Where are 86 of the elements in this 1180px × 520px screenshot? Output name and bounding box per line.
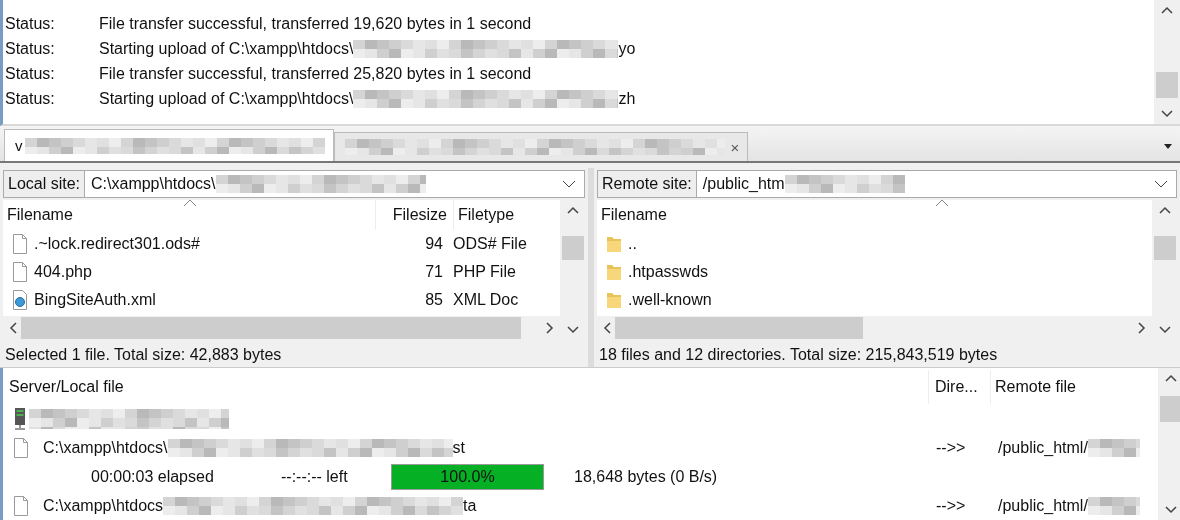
log-message: Starting upload of C:\xampp\htdocs\ — [99, 89, 354, 108]
direction-text: -->> — [935, 496, 967, 515]
log-message-end: zh — [618, 89, 636, 108]
folder-icon — [606, 235, 622, 254]
file-type: ODS# File — [452, 235, 528, 254]
log-message-end: yo — [618, 39, 636, 58]
path-combo[interactable]: /public_htm — [696, 170, 1177, 199]
file-name[interactable]: 404.php — [34, 263, 92, 282]
column-header[interactable]: Filesize — [375, 200, 453, 231]
server-icon — [13, 407, 27, 430]
dropdown-icon[interactable] — [1154, 180, 1168, 189]
direction-text: -->> — [935, 438, 967, 457]
pixelated-redaction — [1087, 438, 1140, 457]
column-header[interactable]: Dire... — [928, 370, 990, 404]
file-icon — [12, 234, 28, 255]
folder-icon — [606, 263, 622, 282]
vertical-scrollbar[interactable] — [1158, 368, 1180, 520]
elapsed-time: 00:00:03 elapsed — [91, 467, 215, 486]
log-label: Status: — [4, 39, 56, 58]
local-file-path-end: ta — [463, 496, 477, 515]
scroll-down-icon[interactable] — [1165, 506, 1177, 514]
site-tab[interactable]: × — [333, 132, 749, 162]
time-left: --:--:-- left — [281, 467, 349, 486]
column-header[interactable]: Server/Local file — [3, 378, 928, 396]
file-name[interactable]: .htpasswds — [628, 263, 709, 282]
site-label: Remote site: — [597, 170, 697, 199]
log-message: File transfer successful, transferred 19,620 bytes in 1 second — [99, 14, 532, 33]
vertical-scrollbar[interactable] — [1154, 0, 1180, 125]
sort-caret-icon — [935, 199, 949, 208]
scroll-thumb[interactable] — [21, 317, 521, 340]
file-size: 71 — [424, 263, 444, 282]
remote-file-path: /public_html/ — [998, 496, 1088, 515]
log-message: Starting upload of C:\xampp\htdocs\ — [99, 39, 354, 58]
file-size: 85 — [424, 291, 444, 310]
scroll-down-icon[interactable] — [567, 326, 579, 335]
scroll-right-icon[interactable] — [1138, 322, 1146, 335]
file-type: XML Doc — [452, 291, 520, 310]
folder-icon — [606, 291, 622, 310]
scroll-up-icon[interactable] — [1159, 206, 1171, 215]
file-type: PHP File — [452, 263, 517, 282]
local-file-path-end: st — [452, 438, 465, 457]
file-icon — [13, 437, 29, 458]
tab-menu-icon[interactable] — [1164, 144, 1172, 151]
sort-caret-icon — [183, 199, 197, 208]
log-label: Status: — [4, 14, 56, 33]
status-text: 18 files and 12 directories. Total size: 215,843,519 bytes — [598, 345, 999, 365]
log-message: File transfer successful, transferred 25,820 bytes in 1 second — [99, 64, 532, 83]
xml-file-icon — [12, 290, 28, 311]
file-icon — [13, 495, 29, 516]
file-name[interactable]: .. — [628, 235, 637, 254]
path-combo[interactable]: C:\xampp\htdocs\ — [85, 170, 585, 199]
column-header[interactable]: Remote file — [990, 370, 1155, 404]
site-tab[interactable]: v — [4, 129, 334, 162]
local-file-path: C:\xampp\htdocs\ — [43, 438, 168, 457]
scroll-thumb[interactable] — [1154, 236, 1176, 261]
column-header[interactable]: Filename — [597, 200, 1152, 231]
scroll-left-icon[interactable] — [9, 322, 17, 335]
remote-file-path: /public_html/ — [998, 438, 1088, 457]
site-label: Local site: — [3, 170, 86, 199]
close-tab-icon[interactable]: × — [730, 138, 740, 156]
scroll-down-icon[interactable] — [1161, 110, 1173, 119]
progress-bar: 100.0% — [391, 463, 544, 490]
status-text: Selected 1 file. Total size: 42,883 bytes — [4, 345, 283, 365]
file-name[interactable]: BingSiteAuth.xml — [34, 291, 156, 310]
file-name[interactable]: .well-known — [628, 291, 712, 310]
file-name[interactable]: .~lock.redirect301.ods# — [34, 235, 200, 254]
scroll-right-icon[interactable] — [546, 322, 554, 335]
log-label: Status: — [4, 89, 56, 108]
scroll-up-icon[interactable] — [1165, 374, 1177, 382]
scroll-left-icon[interactable] — [603, 322, 611, 335]
pixelated-redaction — [1087, 496, 1140, 515]
transfer-bytes: 18,648 bytes (0 B/s) — [574, 467, 718, 486]
log-label: Status: — [4, 64, 56, 83]
scroll-thumb[interactable] — [1156, 72, 1178, 98]
file-size: 94 — [424, 235, 444, 254]
file-icon — [12, 262, 28, 283]
scroll-thumb[interactable] — [562, 236, 584, 261]
scroll-thumb[interactable] — [615, 317, 863, 340]
dropdown-icon[interactable] — [562, 180, 576, 189]
scroll-thumb[interactable] — [1160, 396, 1180, 422]
vertical-scrollbar[interactable] — [560, 200, 586, 341]
local-file-path: C:\xampp\htdocs — [43, 496, 164, 515]
scroll-down-icon[interactable] — [1159, 326, 1171, 335]
scroll-up-icon[interactable] — [567, 206, 579, 215]
scroll-up-icon[interactable] — [1161, 6, 1173, 14]
column-header[interactable]: Filename — [3, 200, 375, 231]
